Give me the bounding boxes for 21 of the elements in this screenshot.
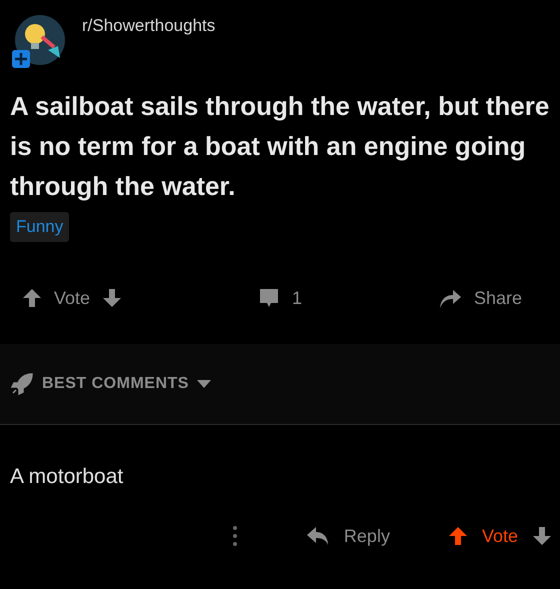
comment-count: 1 xyxy=(292,288,302,308)
comment-icon[interactable] xyxy=(258,287,280,309)
rocket-icon xyxy=(10,372,34,396)
subreddit-avatar-icon[interactable] xyxy=(10,14,66,70)
sort-label[interactable]: BEST COMMENTS xyxy=(42,375,189,393)
downvote-arrow-icon[interactable] xyxy=(532,526,552,546)
downvote-arrow-icon[interactable] xyxy=(102,288,122,308)
upvote-arrow-icon[interactable] xyxy=(22,288,42,308)
reply-label[interactable]: Reply xyxy=(344,526,390,546)
vote-label: Vote xyxy=(54,288,90,308)
post-title: A sailboat sails through the water, but there is no term for a boat with an engine going through the water. xyxy=(10,90,550,203)
reply-arrow-icon[interactable] xyxy=(306,526,330,546)
vote-label: Vote xyxy=(482,526,518,546)
comment-text: A motorboat xyxy=(10,465,124,489)
post-flair[interactable]: Funny xyxy=(10,212,70,242)
upvote-arrow-icon[interactable] xyxy=(448,526,468,546)
subreddit-name[interactable]: r/Showerthoughts xyxy=(82,16,216,36)
dropdown-caret-icon[interactable] xyxy=(196,380,211,388)
share-arrow-icon[interactable] xyxy=(438,287,462,309)
more-options-icon[interactable] xyxy=(232,525,238,547)
share-label[interactable]: Share xyxy=(474,288,522,308)
